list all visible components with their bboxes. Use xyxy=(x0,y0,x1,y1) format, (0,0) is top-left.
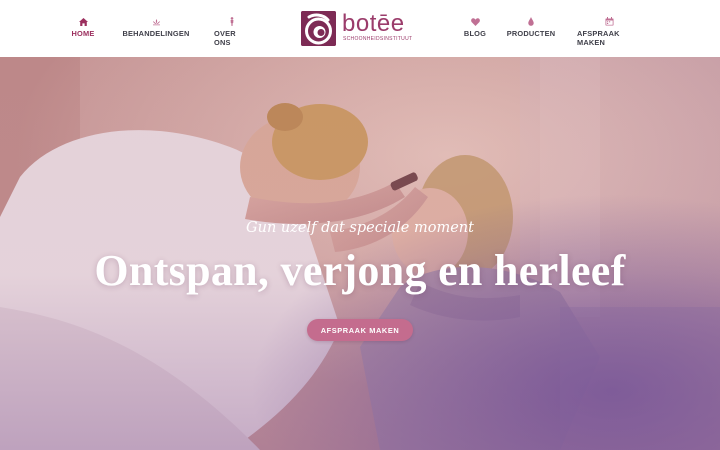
nav-afspraak-maken[interactable]: AFSPRAAK MAKEN xyxy=(577,15,641,47)
nav-label: OVER ONS xyxy=(214,29,236,47)
nav-label: BEHANDELINGEN xyxy=(122,29,190,38)
nav-over-ons[interactable]: OVER ONS xyxy=(214,15,250,47)
heart-icon xyxy=(470,15,480,26)
main-nav: HOME BEHANDELINGEN OVER ONS botēe SCHOON… xyxy=(0,0,720,57)
lotus-icon xyxy=(152,15,161,26)
logo-mark-icon xyxy=(301,11,336,46)
nav-behandelingen[interactable]: BEHANDELINGEN xyxy=(122,15,189,38)
hero-section: Gun uzelf dat speciale moment Ontspan, v… xyxy=(0,57,720,450)
logo-name: botēe xyxy=(342,10,405,37)
hero-tagline: Gun uzelf dat speciale moment xyxy=(246,220,474,236)
site-logo[interactable]: botēe SCHOONHEIDSINSTITUUT xyxy=(301,10,413,46)
logo-subtitle: SCHOONHEIDSINSTITUUT xyxy=(343,36,413,42)
afspraak-maken-button[interactable]: AFSPRAAK MAKEN xyxy=(307,319,413,341)
nav-label: AFSPRAAK MAKEN xyxy=(577,29,620,47)
nav-label: BLOG xyxy=(463,29,487,38)
hero-headline: Ontspan, verjong en herleef xyxy=(94,246,626,295)
home-icon xyxy=(78,15,88,26)
drop-icon xyxy=(528,15,534,26)
nav-label: PRODUCTEN xyxy=(506,29,556,38)
calendar-icon xyxy=(605,15,614,26)
nav-producten[interactable]: PRODUCTEN xyxy=(506,15,556,38)
nav-home[interactable]: HOME xyxy=(72,15,94,38)
nav-blog[interactable]: BLOG xyxy=(463,15,487,38)
nav-label: HOME xyxy=(71,29,95,38)
person-icon xyxy=(229,15,235,26)
